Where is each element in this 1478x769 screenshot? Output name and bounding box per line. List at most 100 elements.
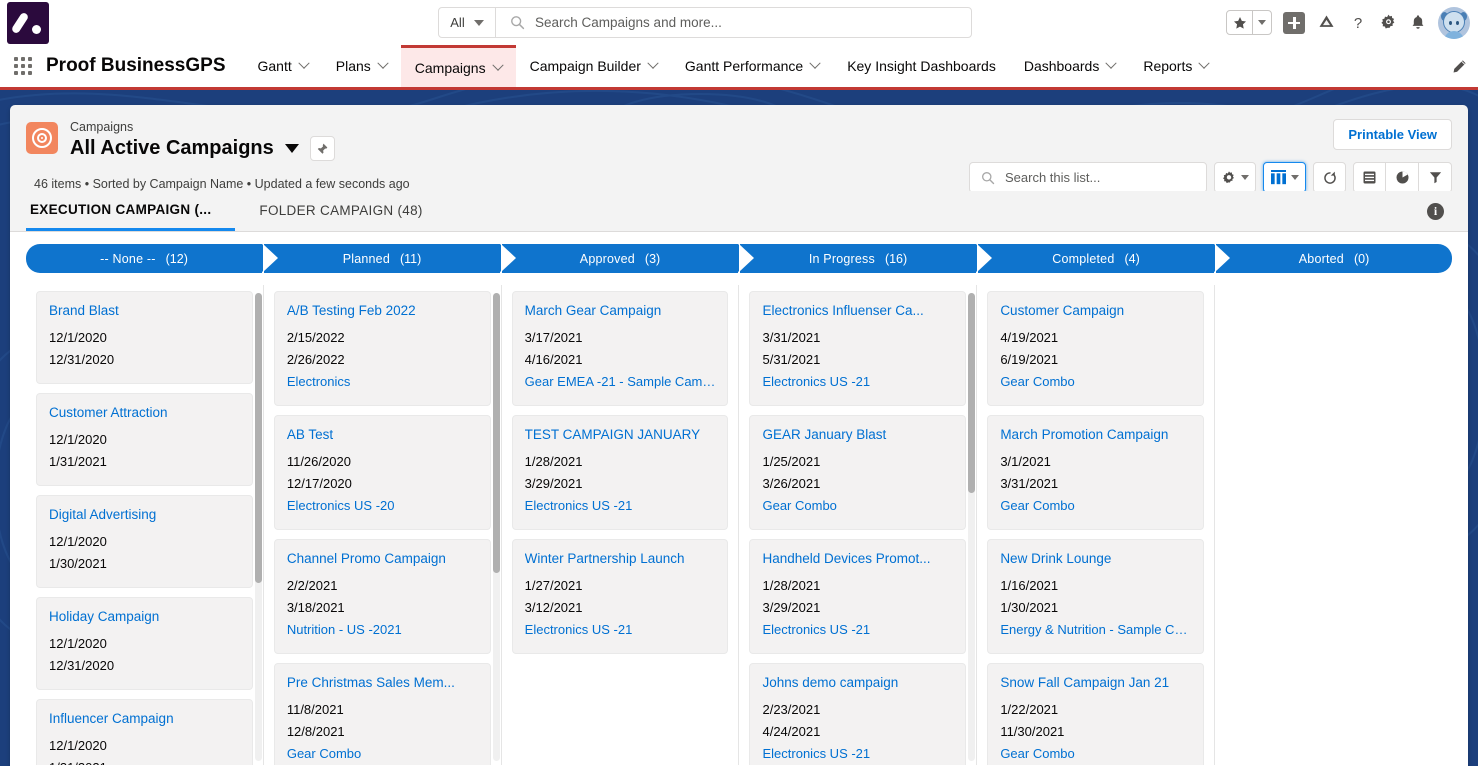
kanban-card-title[interactable]: A/B Testing Feb 2022 <box>287 303 478 318</box>
proof-logo[interactable] <box>7 1 49 44</box>
app-launcher-icon[interactable] <box>0 45 46 87</box>
global-search[interactable]: All Search Campaigns and more... <box>438 7 972 38</box>
kanban-card-title[interactable]: Channel Promo Campaign <box>287 551 478 566</box>
kanban-column-scrollbar[interactable] <box>254 293 262 761</box>
kanban-card-title[interactable]: AB Test <box>287 427 478 442</box>
kanban-card[interactable]: A/B Testing Feb 2022 2/15/2022 2/26/2022 El… <box>273 291 491 406</box>
kanban-card-title[interactable]: March Gear Campaign <box>525 303 716 318</box>
search-scope-selector[interactable]: All <box>439 8 496 37</box>
nav-item-gantt-performance[interactable]: Gantt Performance <box>671 45 833 87</box>
kanban-stage-in-progress[interactable]: In Progress (16) <box>739 244 991 273</box>
kanban-card-parent-link[interactable]: Energy & Nutrition - Sample Ca... <box>1000 619 1191 641</box>
chart-view-icon[interactable] <box>1386 162 1419 193</box>
kanban-card[interactable]: Electronics Influenser Ca... 3/31/2021 5/3… <box>749 291 967 406</box>
kanban-card[interactable]: AB Test 11/26/2020 12/17/2020 Electronics U… <box>273 415 491 530</box>
kanban-card-parent-link[interactable]: Gear Combo <box>1000 743 1191 765</box>
kanban-card-parent-link[interactable]: Gear Combo <box>1000 495 1191 517</box>
kanban-card[interactable]: Handheld Devices Promot... 1/28/2021 3/29/… <box>749 539 967 654</box>
kanban-card-title[interactable]: Customer Attraction <box>49 405 240 420</box>
kanban-card-title[interactable]: March Promotion Campaign <box>1000 427 1191 442</box>
tab-execution-campaign[interactable]: EXECUTION CAMPAIGN (... <box>26 190 236 231</box>
user-avatar[interactable] <box>1438 6 1470 39</box>
kanban-card[interactable]: Pre Christmas Sales Mem... 11/8/2021 12/8/… <box>273 663 491 765</box>
refresh-icon[interactable] <box>1313 162 1346 193</box>
kanban-card[interactable]: TEST CAMPAIGN JANUARY 1/28/2021 3/29/2021 E… <box>511 415 729 530</box>
kanban-column-scrollbar[interactable] <box>492 293 500 761</box>
kanban-card[interactable]: Customer Campaign 4/19/2021 6/19/2021 Gear … <box>987 291 1205 406</box>
global-search-input[interactable]: Search Campaigns and more... <box>496 8 971 37</box>
kanban-card-parent-link[interactable]: Electronics US -21 <box>762 743 953 765</box>
add-icon[interactable] <box>1283 11 1305 34</box>
view-selector-chevron-down-icon[interactable] <box>284 144 299 153</box>
nav-item-reports[interactable]: Reports <box>1129 45 1222 87</box>
list-view-controls-gear-icon[interactable] <box>1214 162 1256 193</box>
kanban-card[interactable]: Digital Advertising 12/1/2020 1/30/2021 <box>36 495 253 588</box>
kanban-stage-none[interactable]: -- None -- (12) <box>26 244 277 273</box>
kanban-card[interactable]: New Drink Lounge 1/16/2021 1/30/2021 Energy… <box>987 539 1205 654</box>
scrollbar-thumb[interactable] <box>968 293 976 493</box>
kanban-card-title[interactable]: Snow Fall Campaign Jan 21 <box>1000 675 1191 690</box>
help-icon[interactable]: ? <box>1348 13 1368 33</box>
kanban-stage-planned[interactable]: Planned (11) <box>263 244 515 273</box>
kanban-card[interactable]: Snow Fall Campaign Jan 21 1/22/2021 11/30/… <box>987 663 1205 765</box>
pin-view-button[interactable] <box>309 136 335 161</box>
kanban-card-title[interactable]: GEAR January Blast <box>762 427 953 442</box>
nav-item-plans[interactable]: Plans <box>322 45 401 87</box>
kanban-card-parent-link[interactable]: Gear Combo <box>1000 371 1191 393</box>
table-view-icon[interactable] <box>1353 162 1386 193</box>
kanban-card-parent-link[interactable]: Electronics US -21 <box>762 371 953 393</box>
kanban-stage-aborted[interactable]: Aborted (0) <box>1215 244 1452 273</box>
kanban-card-parent-link[interactable]: Electronics US -21 <box>525 495 716 517</box>
nav-item-campaigns[interactable]: Campaigns <box>400 45 516 87</box>
tab-folder-campaign[interactable]: FOLDER CAMPAIGN (48) <box>235 190 446 231</box>
kanban-card[interactable]: Winter Partnership Launch 1/27/2021 3/12/2… <box>511 539 729 654</box>
kanban-card-title[interactable]: Customer Campaign <box>1000 303 1191 318</box>
kanban-card-title[interactable]: Holiday Campaign <box>49 609 240 624</box>
favorites-dropdown-icon[interactable] <box>1253 11 1271 34</box>
app-name[interactable]: Proof BusinessGPS <box>46 45 244 87</box>
favorites-group[interactable] <box>1226 10 1272 35</box>
kanban-card-title[interactable]: Pre Christmas Sales Mem... <box>287 675 478 690</box>
kanban-card-parent-link[interactable]: Gear Combo <box>287 743 478 765</box>
kanban-card-title[interactable]: Winter Partnership Launch <box>525 551 716 566</box>
nav-item-dashboards[interactable]: Dashboards <box>1010 45 1130 87</box>
kanban-card-parent-link[interactable]: Nutrition - US -2021 <box>287 619 478 641</box>
settings-gear-icon[interactable] <box>1379 13 1398 32</box>
kanban-card-parent-link[interactable]: Electronics <box>287 371 478 393</box>
kanban-card[interactable]: GEAR January Blast 1/25/2021 3/26/2021 Gear… <box>749 415 967 530</box>
scrollbar-thumb[interactable] <box>254 293 262 583</box>
kanban-card[interactable]: March Gear Campaign 3/17/2021 4/16/2021 Gea… <box>511 291 729 406</box>
kanban-card[interactable]: March Promotion Campaign 3/1/2021 3/31/202… <box>987 415 1205 530</box>
kanban-stage-completed[interactable]: Completed (4) <box>977 244 1229 273</box>
kanban-card[interactable]: Johns demo campaign 2/23/2021 4/24/2021 Ele… <box>749 663 967 765</box>
kanban-card-title[interactable]: Influencer Campaign <box>49 711 240 726</box>
scrollbar-thumb[interactable] <box>492 293 500 573</box>
nav-item-key-insight-dashboards[interactable]: Key Insight Dashboards <box>833 45 1010 87</box>
kanban-card-parent-link[interactable]: Gear Combo <box>762 495 953 517</box>
display-as-kanban-icon[interactable] <box>1263 162 1306 193</box>
kanban-card-title[interactable]: TEST CAMPAIGN JANUARY <box>525 427 716 442</box>
kanban-card-title[interactable]: Brand Blast <box>49 303 240 318</box>
favorites-star-icon[interactable] <box>1227 11 1253 34</box>
nav-item-gantt[interactable]: Gantt <box>244 45 322 87</box>
kanban-card-parent-link[interactable]: Electronics US -20 <box>287 495 478 517</box>
filter-icon[interactable] <box>1419 162 1452 193</box>
pencil-edit-icon[interactable] <box>1451 45 1468 87</box>
kanban-card-parent-link[interactable]: Gear EMEA -21 - Sample Camp... <box>525 371 716 393</box>
notifications-bell-icon[interactable] <box>1409 13 1427 32</box>
search-input[interactable]: Search this list... <box>969 162 1207 193</box>
kanban-card[interactable]: Brand Blast 12/1/2020 12/31/2020 <box>36 291 253 384</box>
kanban-card-title[interactable]: Electronics Influenser Ca... <box>762 303 953 318</box>
kanban-card-title[interactable]: Digital Advertising <box>49 507 240 522</box>
cloud-setup-icon[interactable] <box>1316 12 1337 33</box>
kanban-card[interactable]: Channel Promo Campaign 2/2/2021 3/18/2021 N… <box>273 539 491 654</box>
kanban-card[interactable]: Influencer Campaign 12/1/2020 1/31/2021 <box>36 699 253 765</box>
kanban-card-parent-link[interactable]: Electronics US -21 <box>525 619 716 641</box>
kanban-card[interactable]: Customer Attraction 12/1/2020 1/31/2021 <box>36 393 253 486</box>
info-icon[interactable]: i <box>1427 203 1444 220</box>
kanban-card-title[interactable]: New Drink Lounge <box>1000 551 1191 566</box>
kanban-card[interactable]: Holiday Campaign 12/1/2020 12/31/2020 <box>36 597 253 690</box>
nav-item-campaign-builder[interactable]: Campaign Builder <box>516 45 671 87</box>
kanban-stage-approved[interactable]: Approved (3) <box>501 244 753 273</box>
kanban-column-scrollbar[interactable] <box>968 293 976 761</box>
